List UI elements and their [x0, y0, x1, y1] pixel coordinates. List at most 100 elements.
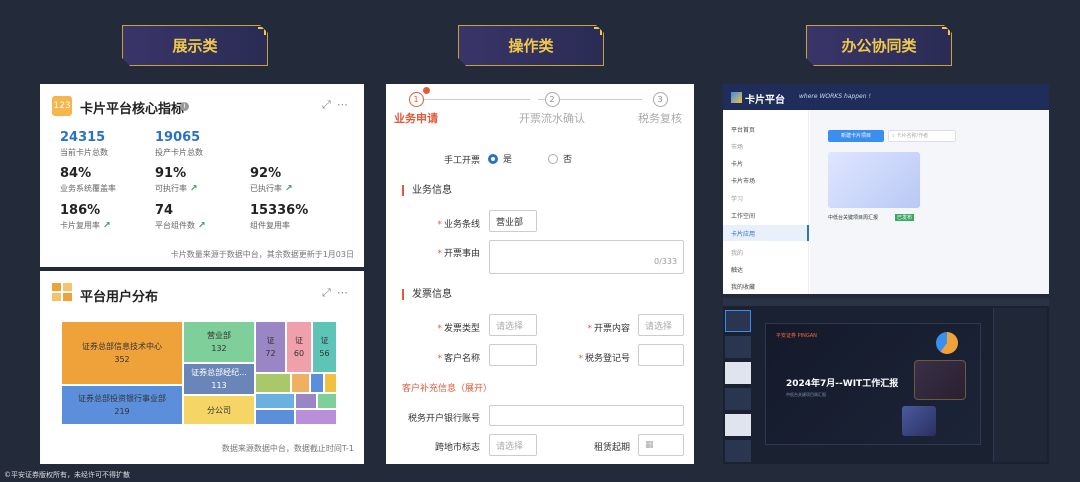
tag-office: 办公协同类 [806, 25, 952, 66]
invoice-type-label: 发票类型 [443, 324, 480, 334]
treemap-small-tile [256, 394, 294, 408]
project-status-badge: 已发布 [895, 214, 915, 221]
treemap-tile[interactable]: 证券总部信息技术中心 352 [62, 322, 182, 384]
step-business-application[interactable]: 1 业务申请 [394, 92, 438, 126]
tax-id-label: 税务登记号 [584, 354, 630, 364]
search-input[interactable]: ⌕ 卡片名称/作者 [888, 130, 956, 142]
slide-brand: 平安证券 PINGAN [776, 333, 817, 339]
sidebar-item[interactable]: 平台首页 [731, 125, 755, 134]
tag-display: 展示类 [122, 25, 268, 66]
radio-yes[interactable]: 是 [488, 152, 512, 165]
editor-toolbar [723, 298, 1049, 306]
radio-unchecked-icon [548, 153, 558, 164]
slide-pie-graphic [936, 332, 958, 354]
biz-line-label: 业务条线 [443, 220, 480, 230]
treemap-small-tile [296, 410, 336, 424]
invoice-content-label: 开票内容 [593, 324, 630, 334]
sidebar-item-active[interactable]: 卡片应用 [731, 229, 755, 238]
reason-label: 开票事由 [443, 249, 480, 259]
project-card-thumbnail[interactable] [828, 152, 920, 208]
treemap-tile[interactable]: 营业部 132 [184, 322, 254, 362]
info-icon[interactable]: i [180, 102, 189, 111]
trend-up-icon: ↗ [198, 221, 206, 231]
expand-icon[interactable]: ⤢ [322, 98, 337, 111]
metric-value: 84% [60, 166, 92, 181]
reason-counter: 0/333 [654, 257, 678, 266]
sidebar-item[interactable]: 卡片 [731, 159, 743, 168]
sidebar-group-label: 市场 [731, 144, 744, 151]
more-icon[interactable]: ⋯ [337, 98, 354, 111]
app-slogan: where WORKS happen ! [799, 93, 871, 100]
trend-up-icon: ↗ [103, 221, 111, 231]
calendar-icon: ▦ [645, 440, 654, 450]
card-title: 卡片平台核心指标 [80, 102, 185, 117]
metric-label: 组件复用率 [250, 221, 290, 230]
treemap-small-tile [318, 394, 336, 408]
app-header: 卡片平台 where WORKS happen ! [723, 84, 1049, 110]
metric-label: 平台组件数 [155, 221, 195, 230]
properties-panel [993, 308, 1047, 462]
sidebar-item[interactable]: 卡片市场 [731, 176, 755, 185]
treemap-small-tile [256, 410, 294, 424]
card-title: 平台用户分布 [80, 290, 159, 305]
manual-invoice-label: 手工开票 [443, 156, 480, 166]
sidebar-group-label: 我的 [731, 250, 744, 257]
treemap-tile[interactable]: 分公司 [184, 396, 254, 424]
more-icon[interactable]: ⋯ [337, 286, 354, 299]
app-title: 卡片平台 [745, 95, 785, 106]
user-distribution-card: 平台用户分布 ⤢⋯ 证券总部信息技术中心 352 证券总部投资银行事业部 219 营… [40, 271, 364, 464]
slide-canvas[interactable]: 平安证券 PINGAN 2024年7月--WIT工作汇报 中低台关键项目周汇报 [765, 323, 981, 445]
cross-region-select[interactable]: 请选择 [489, 434, 537, 456]
treemap-tile[interactable]: 证 72 [256, 322, 285, 372]
bank-account-input[interactable] [489, 405, 684, 426]
treemap-tile[interactable]: 证券总部经纪... 113 [184, 364, 254, 394]
treemap-tile[interactable]: 证 56 [313, 322, 336, 372]
expand-customer-info-link[interactable]: 客户补充信息（展开） [402, 381, 492, 394]
core-metrics-card: 123 卡片平台核心指标 i ⤢⋯ 24315 当前卡片总数 19065 投产卡片总… [40, 84, 364, 267]
invoice-type-select[interactable]: 请选择 [489, 314, 537, 336]
metric-value: 91% [155, 166, 187, 181]
treemap-small-tile [311, 374, 323, 392]
slide-bar-graphic [902, 406, 936, 436]
lease-start-date-picker[interactable]: ▦ [638, 434, 684, 456]
step-invoice-confirmation[interactable]: 2 开票流水确认 [519, 92, 585, 126]
project-card-name: 中低台关键项目周汇报 [828, 215, 879, 221]
slide-subtitle: 中低台关键项目周汇报 [786, 392, 826, 397]
sidebar-item[interactable]: 我的收藏 [731, 282, 755, 291]
metric-value: 24315 [60, 130, 106, 145]
radio-no[interactable]: 否 [548, 152, 572, 165]
treemap-small-tile [292, 374, 309, 392]
sidebar-group-label: 学习 [731, 196, 744, 203]
app-logo-icon [731, 92, 742, 103]
radio-checked-icon [488, 153, 498, 164]
metric-label: 已执行率 [250, 184, 282, 193]
metric-label: 当前卡片总数 [60, 148, 108, 157]
invoice-content-select[interactable]: 请选择 [638, 314, 684, 336]
copyright-footer: ©平安证券版权所有，未经许可不得扩散 [4, 471, 130, 479]
trend-up-icon: ↗ [285, 184, 293, 194]
slide-chart-graphic [914, 360, 966, 400]
treemap-tile[interactable]: 证 60 [287, 322, 311, 372]
data-source-note: 卡片数量来源于数据中台，其余数据更新于1月03日 [170, 250, 354, 259]
new-project-button[interactable]: 新建卡片项目 [828, 130, 884, 142]
treemap-tile[interactable]: 证券总部投资银行事业部 219 [62, 386, 182, 424]
card-platform-screenshot: 卡片平台 where WORKS happen ! 平台首页 市场 卡片 卡片市… [723, 84, 1049, 294]
step-tax-review[interactable]: 3 税务复核 [638, 92, 682, 126]
metrics-icon: 123 [52, 96, 72, 116]
treemap-small-tile [325, 374, 336, 392]
sidebar: 平台首页 市场 卡片 卡片市场 学习 工作空间 卡片应用 我的 触达 我的收藏 [723, 110, 809, 294]
section-invoice-info: 发票信息 [402, 289, 452, 300]
biz-line-select[interactable]: 营业部 [489, 210, 537, 232]
tax-id-input[interactable] [638, 344, 684, 366]
sidebar-item[interactable]: 触达 [731, 265, 743, 274]
metric-label: 可执行率 [155, 184, 187, 193]
metric-label: 业务系统覆盖率 [60, 184, 116, 193]
sidebar-item[interactable]: 工作空间 [731, 211, 755, 220]
metric-value: 19065 [155, 130, 201, 145]
metric-label: 卡片复用率 [60, 221, 100, 230]
customer-name-input[interactable] [489, 344, 537, 366]
metric-value: 92% [250, 166, 282, 181]
expand-icon[interactable]: ⤢ [322, 286, 337, 299]
slide-title: 2024年7月--WIT工作汇报 [786, 379, 899, 389]
bank-account-label: 税务开户银行账号 [407, 414, 480, 424]
